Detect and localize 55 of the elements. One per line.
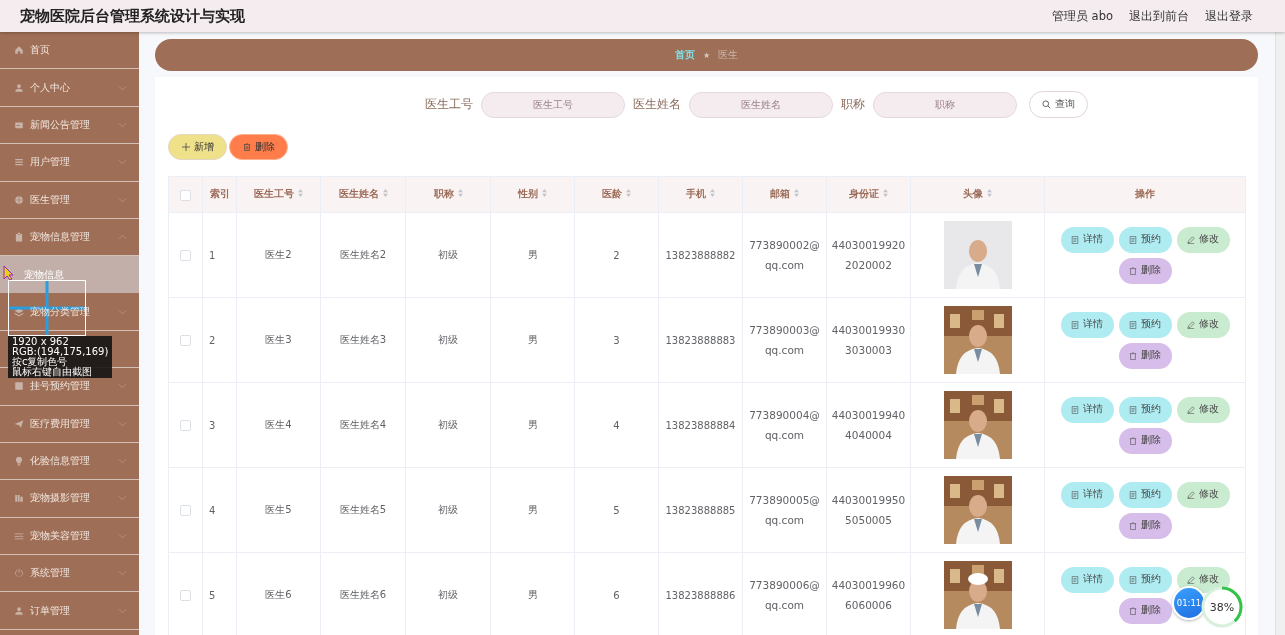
table-cell: 医生3 — [265, 334, 292, 345]
table-cell-text: 773890003@qq.com — [748, 323, 821, 358]
tooltip-text: RGB:(194,175,169) — [12, 347, 109, 357]
table-cell-text: 773890006@qq.com — [748, 578, 821, 613]
table-cell: 4 — [209, 504, 216, 516]
table-cell: 医生姓名2 — [339, 249, 387, 260]
table-cell: 医生姓名6 — [339, 589, 387, 600]
table-cell-text: 440300199202020002 — [830, 238, 907, 273]
table-cell: 13823888884 — [665, 419, 736, 431]
table-cell: 13823888885 — [665, 504, 736, 516]
table-cell-text: 440300199606060006 — [830, 578, 907, 613]
table-cell: 医生4 — [265, 419, 292, 430]
tooltip-text: 按c复制色号 — [12, 357, 68, 367]
table-cell: 初级 — [438, 334, 458, 345]
breadcrumb-separator: ★ — [702, 50, 711, 60]
table-cell: 医生5 — [265, 504, 292, 515]
table-cell-text: 773890002@qq.com — [748, 238, 821, 273]
table-cell: 5 — [209, 589, 216, 601]
table-cell: 男 — [527, 249, 538, 260]
table-cell: 医生姓名3 — [339, 334, 387, 345]
table-cell: 2 — [209, 334, 216, 346]
table-cell: 3 — [613, 334, 620, 346]
table-cell: 医生2 — [265, 249, 292, 260]
table-cell: 初级 — [438, 249, 458, 260]
tooltip-text: 1920 x 962 — [12, 337, 70, 347]
table-cell-text: 440300199303030003 — [830, 323, 907, 358]
table-cell: 男 — [527, 334, 538, 345]
table-cell: 初级 — [438, 589, 458, 600]
table-cell-text: 773890005@qq.com — [748, 493, 821, 528]
table-cell: 初级 — [438, 504, 458, 515]
table-cell: 3 — [209, 419, 216, 431]
table-cell: 2 — [613, 249, 620, 261]
tooltip-text: 鼠标右键自由截图 — [12, 367, 93, 377]
table-cell: 医生姓名4 — [339, 419, 387, 430]
table-cell: 4 — [613, 419, 620, 431]
table-cell: 男 — [527, 419, 538, 430]
app-title: 宠物医院后台管理系统设计与实现 — [20, 6, 245, 26]
field-label: 医生工号 — [425, 97, 473, 112]
table-cell-text: 440300199404040004 — [830, 408, 907, 443]
table-cell: 13823888882 — [665, 249, 736, 261]
table-cell: 初级 — [438, 419, 458, 430]
field-label: 医生姓名 — [633, 97, 681, 112]
table-cell: 男 — [527, 504, 538, 515]
table-cell: 1 — [209, 249, 216, 261]
user-label: 管理员 abo — [1051, 8, 1113, 24]
table-cell: 医生6 — [265, 589, 292, 600]
table-cell: 医生姓名5 — [339, 504, 387, 515]
table-cell: 13823888886 — [665, 589, 736, 601]
table-cell-text: 440300199505050005 — [830, 493, 907, 528]
table-cell: 6 — [613, 589, 620, 601]
table-cell: 5 — [613, 504, 620, 516]
table-cell: 13823888883 — [665, 334, 736, 346]
field-label: 职称 — [841, 97, 865, 112]
table-cell-text: 773890004@qq.com — [748, 408, 821, 443]
table-cell: 男 — [527, 589, 538, 600]
